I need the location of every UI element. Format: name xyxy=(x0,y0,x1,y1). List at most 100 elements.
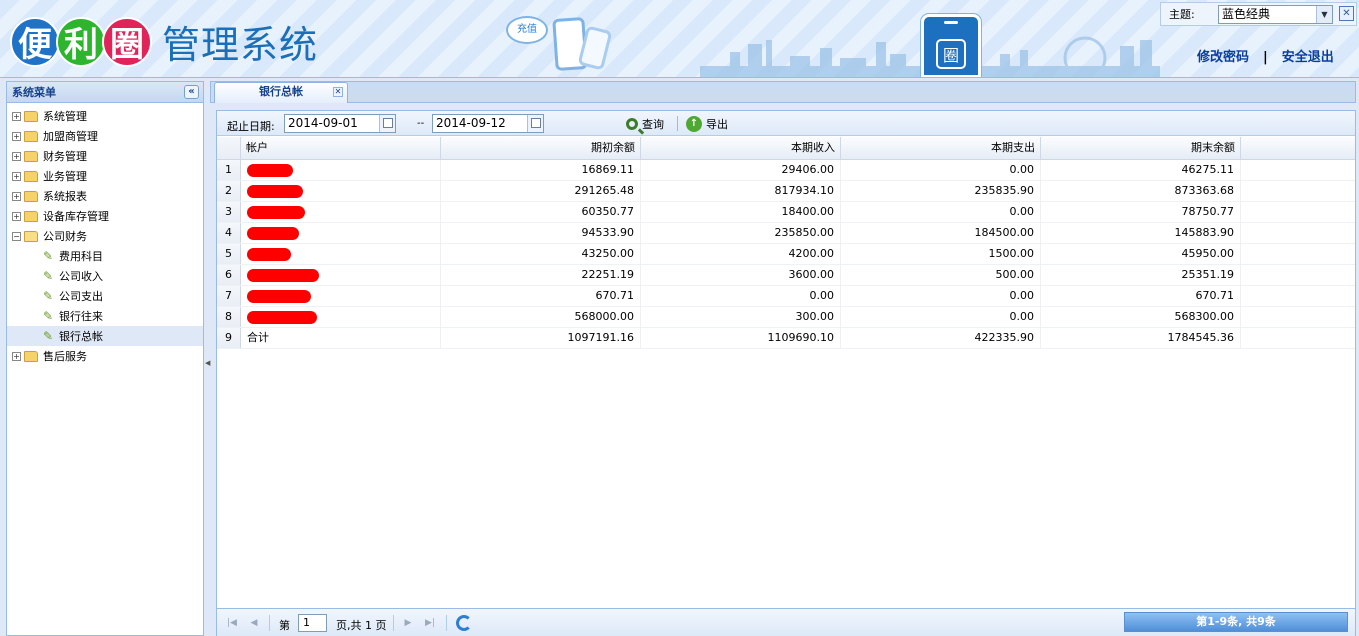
closing-balance-cell: 45950.00 xyxy=(1041,244,1241,264)
sidebar-item-label: 银行往来 xyxy=(59,310,103,323)
sidebar-item-system[interactable]: + 系统管理 xyxy=(7,106,203,126)
row-number: 1 xyxy=(217,160,241,180)
expense-cell: 0.00 xyxy=(841,160,1041,180)
column-header-opening[interactable]: 期初余额 xyxy=(441,137,641,159)
table-row[interactable]: 6 22251.19 3600.00 500.00 25351.19 xyxy=(217,265,1355,286)
closing-balance-cell: 1784545.36 xyxy=(1041,328,1241,348)
table-row[interactable]: 4 94533.90 235850.00 184500.00 145883.90 xyxy=(217,223,1355,244)
closing-balance-cell: 145883.90 xyxy=(1041,223,1241,243)
account-cell xyxy=(241,181,441,201)
sidebar-item-company-expense[interactable]: ✎ 公司支出 xyxy=(7,286,203,306)
start-date-value: 2014-09-01 xyxy=(288,116,358,130)
row-number: 3 xyxy=(217,202,241,222)
expand-icon[interactable]: + xyxy=(12,131,21,141)
expense-cell: 0.00 xyxy=(841,307,1041,327)
theme-label: 主题: xyxy=(1169,8,1195,21)
table-row[interactable]: 8 568000.00 300.00 0.00 568300.00 xyxy=(217,307,1355,328)
logout-link[interactable]: 安全退出 xyxy=(1282,50,1334,65)
opening-balance-cell: 1097191.16 xyxy=(441,328,641,348)
column-header-account[interactable]: 帐户 xyxy=(241,137,441,159)
page-input[interactable]: 1 xyxy=(298,614,327,632)
next-page-icon[interactable]: ▶ xyxy=(401,616,415,630)
closing-balance-cell: 670.71 xyxy=(1041,286,1241,306)
column-header-expense[interactable]: 本期支出 xyxy=(841,137,1041,159)
expand-icon[interactable]: + xyxy=(12,211,21,221)
column-header-income[interactable]: 本期收入 xyxy=(641,137,841,159)
sidebar-item-bank-ledger[interactable]: ✎ 银行总帐 xyxy=(7,326,203,346)
income-cell: 4200.00 xyxy=(641,244,841,264)
income-cell: 300.00 xyxy=(641,307,841,327)
expand-icon[interactable]: + xyxy=(12,191,21,201)
paging-info: 第1-9条, 共9条 xyxy=(1124,612,1348,632)
ledger-panel: 起止日期: 2014-09-01 -- 2014-09-12 查询 ↑ 导出 帐… xyxy=(216,110,1356,636)
date-range-label: 起止日期: xyxy=(227,120,275,133)
table-row[interactable]: 9 合计 1097191.16 1109690.10 422335.90 1784545.… xyxy=(217,328,1355,349)
collapse-node-icon[interactable]: − xyxy=(12,231,21,241)
sidebar-item-company-income[interactable]: ✎ 公司收入 xyxy=(7,266,203,286)
app-badge-icon: 圈 xyxy=(921,14,981,77)
close-icon[interactable]: ✕ xyxy=(1339,6,1354,21)
sidebar-item-expense-category[interactable]: ✎ 费用科目 xyxy=(7,246,203,266)
column-header-closing[interactable]: 期末余额 xyxy=(1041,137,1241,159)
pencil-icon: ✎ xyxy=(42,289,54,303)
expand-icon[interactable]: + xyxy=(12,111,21,121)
redaction-mark xyxy=(247,205,305,219)
cloud-text: 充值 xyxy=(517,24,537,35)
sidebar-item-company-finance[interactable]: − 公司财务 xyxy=(7,226,203,246)
redaction-mark xyxy=(247,163,293,177)
closing-balance-cell: 46275.11 xyxy=(1041,160,1241,180)
sidebar-item-inventory[interactable]: + 设备库存管理 xyxy=(7,206,203,226)
table-row[interactable]: 7 670.71 0.00 0.00 670.71 xyxy=(217,286,1355,307)
close-icon[interactable]: ✕ xyxy=(333,87,343,97)
redaction-mark xyxy=(247,184,303,198)
account-cell xyxy=(241,223,441,243)
sidebar-item-after-sales[interactable]: + 售后服务 xyxy=(7,346,203,366)
sidebar-item-reports[interactable]: + 系统报表 xyxy=(7,186,203,206)
expense-cell: 0.00 xyxy=(841,286,1041,306)
redaction-mark xyxy=(247,247,291,261)
folder-icon xyxy=(24,210,38,222)
tab-bank-ledger[interactable]: 银行总帐 ✕ xyxy=(214,82,348,103)
prev-page-icon[interactable]: ◀ xyxy=(247,616,261,630)
sidebar-item-finance[interactable]: + 财务管理 xyxy=(7,146,203,166)
expand-icon[interactable]: + xyxy=(12,351,21,361)
sidebar-item-business[interactable]: + 业务管理 xyxy=(7,166,203,186)
income-cell: 29406.00 xyxy=(641,160,841,180)
expand-icon[interactable]: + xyxy=(12,151,21,161)
folder-open-icon xyxy=(24,230,38,242)
collapse-icon[interactable]: « xyxy=(184,85,199,99)
row-number: 5 xyxy=(217,244,241,264)
calendar-icon[interactable] xyxy=(379,115,395,132)
calendar-icon[interactable] xyxy=(527,115,543,132)
end-date-input[interactable]: 2014-09-12 xyxy=(432,114,544,133)
expand-icon[interactable]: + xyxy=(12,171,21,181)
income-cell: 1109690.10 xyxy=(641,328,841,348)
chevron-down-icon[interactable]: ▼ xyxy=(1316,6,1332,23)
row-number: 9 xyxy=(217,328,241,348)
end-date-value: 2014-09-12 xyxy=(436,116,506,130)
export-button[interactable]: ↑ 导出 xyxy=(686,115,728,132)
first-page-icon[interactable]: |◀ xyxy=(225,616,239,630)
last-page-icon[interactable]: ▶| xyxy=(423,616,437,630)
opening-balance-cell: 22251.19 xyxy=(441,265,641,285)
link-separator: | xyxy=(1263,50,1268,65)
table-row[interactable]: 3 60350.77 18400.00 0.00 78750.77 xyxy=(217,202,1355,223)
start-date-input[interactable]: 2014-09-01 xyxy=(284,114,396,133)
page-prefix: 第 xyxy=(279,619,290,632)
pager: |◀ ◀ 第 1 页,共 1 页 ▶ ▶| 第1-9条, 共9条 xyxy=(217,608,1355,636)
folder-icon xyxy=(24,130,38,142)
row-number: 7 xyxy=(217,286,241,306)
theme-select[interactable]: 蓝色经典 ▼ xyxy=(1218,5,1333,24)
sidebar-item-bank-transactions[interactable]: ✎ 银行往来 xyxy=(7,306,203,326)
sidebar-item-franchise[interactable]: + 加盟商管理 xyxy=(7,126,203,146)
change-password-link[interactable]: 修改密码 xyxy=(1197,50,1249,65)
table-row[interactable]: 5 43250.00 4200.00 1500.00 45950.00 xyxy=(217,244,1355,265)
query-button[interactable]: 查询 xyxy=(626,115,664,132)
opening-balance-cell: 60350.77 xyxy=(441,202,641,222)
refresh-icon[interactable] xyxy=(456,615,472,631)
table-row[interactable]: 2 291265.48 817934.10 235835.90 873363.68 xyxy=(217,181,1355,202)
table-row[interactable]: 1 16869.11 29406.00 0.00 46275.11 xyxy=(217,160,1355,181)
sidebar-title: 系统菜单 xyxy=(12,86,56,99)
closing-balance-cell: 78750.77 xyxy=(1041,202,1241,222)
folder-icon xyxy=(24,170,38,182)
